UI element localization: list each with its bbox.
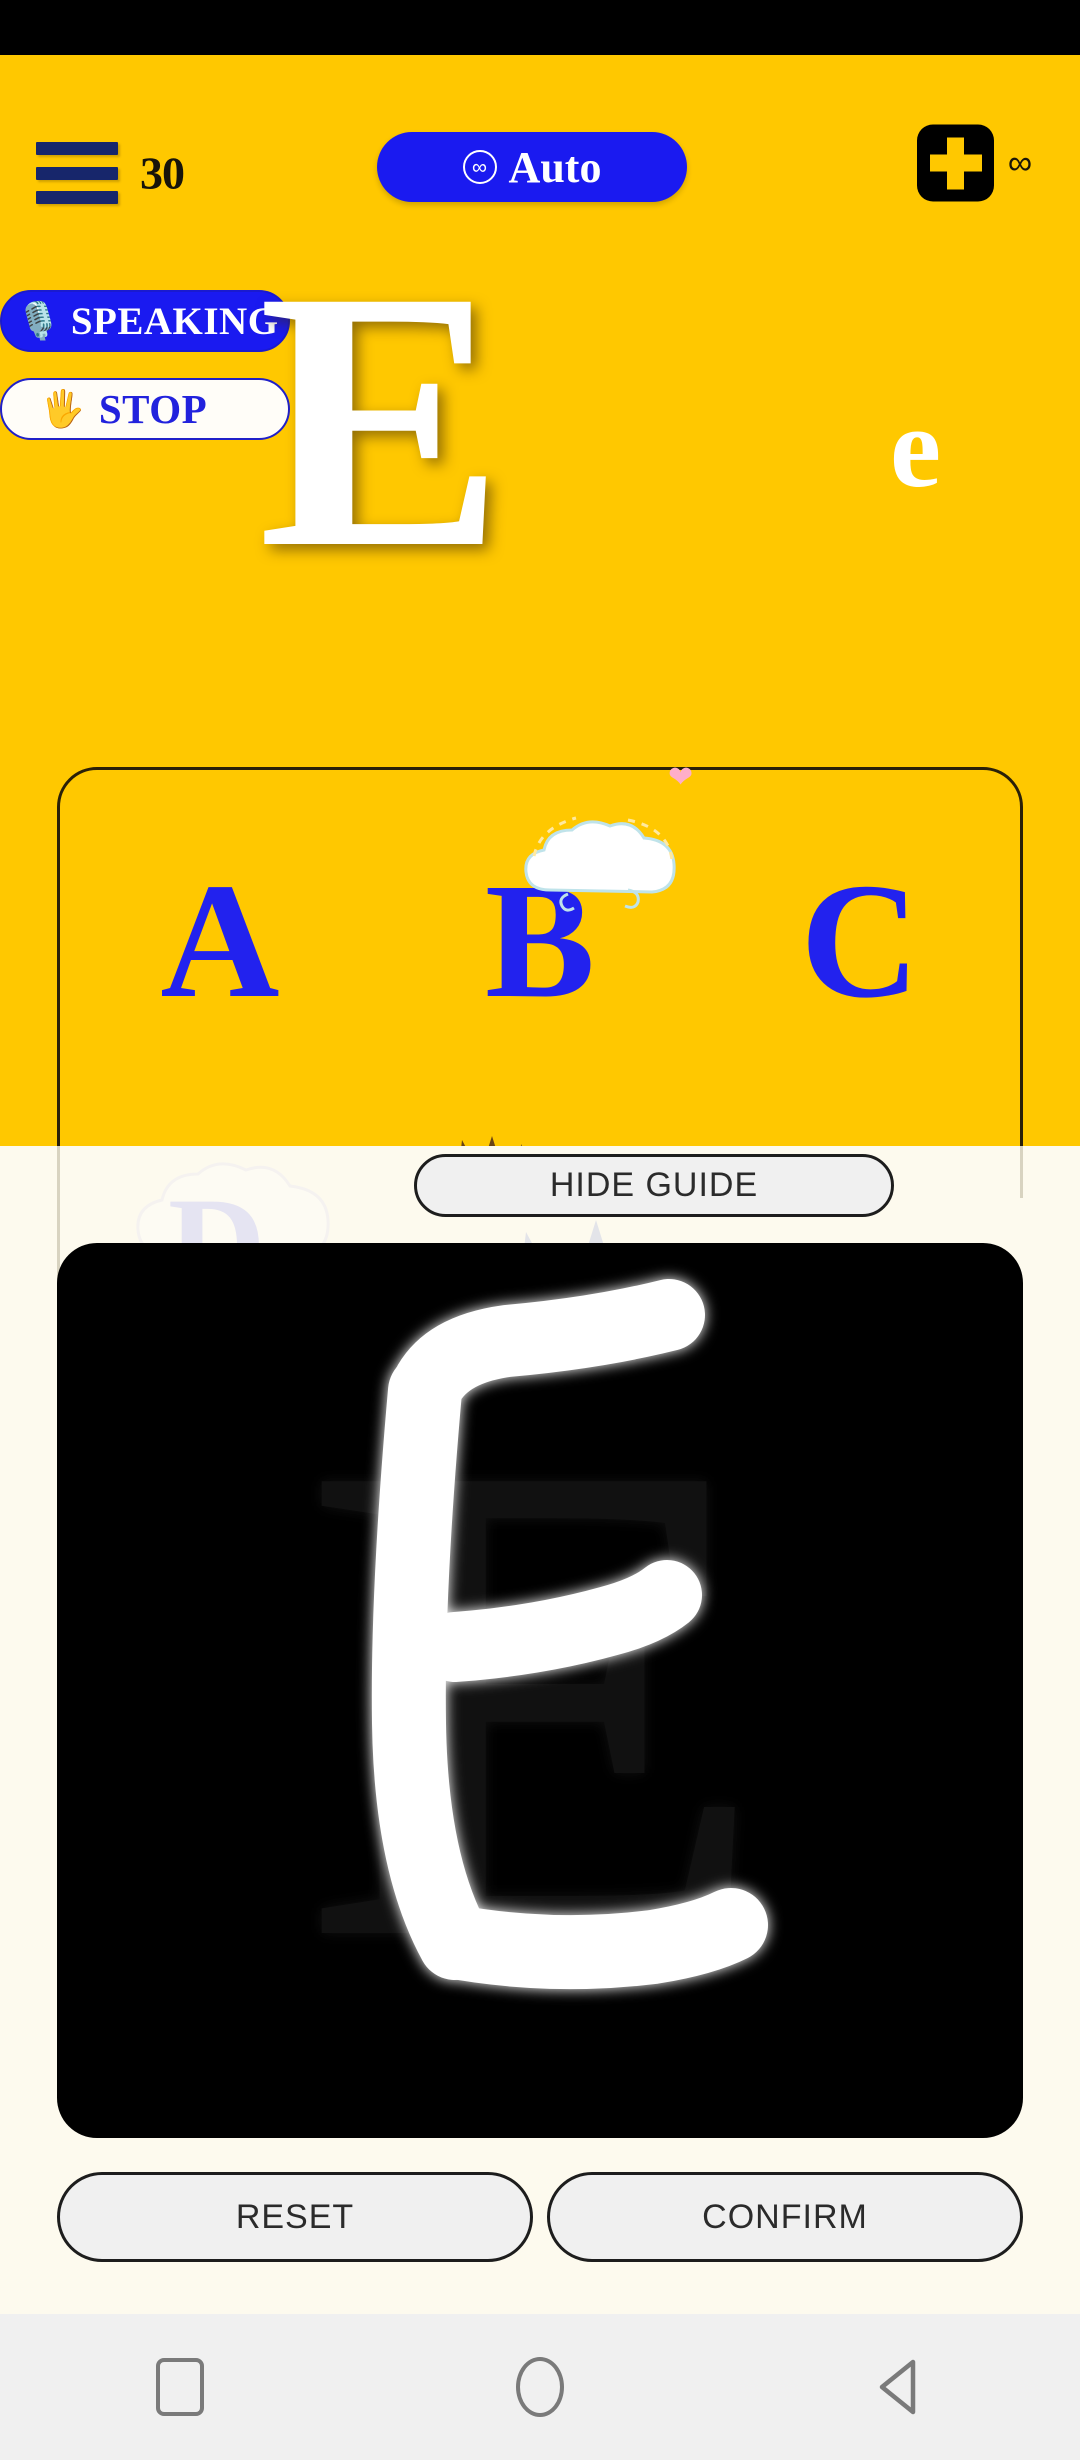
menu-count-label: 30: [140, 147, 185, 199]
lowercase-letter-display: e: [890, 384, 942, 511]
speaking-button-label: SPEAKING: [70, 299, 279, 343]
raised-hand-icon: 🖐️: [40, 388, 85, 429]
alphabet-letter-c[interactable]: C: [700, 858, 1020, 1023]
hamburger-bar: [36, 166, 118, 180]
infinity-circle-icon: ∞: [462, 150, 497, 184]
alphabet-letter-a[interactable]: A: [60, 858, 380, 1023]
back-triangle-icon: [879, 2359, 916, 2415]
hamburger-bar: [36, 142, 118, 155]
status-bar: [0, 0, 1080, 55]
alphabet-card: A B C: [57, 767, 1023, 1146]
canvas-strokes: E: [310, 1279, 770, 2083]
hamburger-icon[interactable]: [36, 142, 118, 204]
nav-recents-button[interactable]: [120, 2342, 240, 2432]
home-circle-icon: [516, 2357, 564, 2417]
auto-button-label: Auto: [508, 142, 602, 192]
alphabet-row: A B C: [60, 845, 1020, 1035]
speaking-button[interactable]: 🎙️ SPEAKING: [0, 290, 290, 352]
reset-button-label: RESET: [235, 2197, 355, 2236]
top-bar: 30 ∞ Auto ∞: [0, 55, 1080, 204]
hamburger-bar: [36, 191, 118, 204]
nav-back-button[interactable]: [840, 2342, 960, 2432]
uppercase-letter-display: E: [258, 215, 505, 625]
plus-vertical-bar: [947, 137, 964, 189]
infinity-badge: ∞: [1007, 144, 1033, 182]
nav-home-button[interactable]: [480, 2342, 600, 2432]
reset-button[interactable]: RESET: [57, 2172, 533, 2262]
microphone-icon: 🎙️: [16, 300, 61, 341]
hide-guide-label: HIDE GUIDE: [549, 1166, 759, 1204]
recents-square-icon: [156, 2358, 204, 2416]
stop-button-label: STOP: [98, 386, 208, 432]
drawing-canvas[interactable]: E: [57, 1243, 1023, 2138]
auto-button[interactable]: ∞ Auto: [377, 132, 687, 202]
heart-icon: ❤: [668, 761, 694, 794]
confirm-button-label: CONFIRM: [702, 2197, 868, 2236]
plus-icon[interactable]: [917, 124, 994, 202]
stop-button[interactable]: 🖐️ STOP: [0, 378, 290, 440]
action-buttons-row: RESET CONFIRM: [57, 2172, 1023, 2262]
confirm-button[interactable]: CONFIRM: [547, 2172, 1023, 2262]
alphabet-letter-b[interactable]: B: [380, 858, 700, 1023]
alphabet-card-right-edge: [1020, 1146, 1023, 1198]
yellow-content-panel: 30 ∞ Auto ∞ 🎙️ SPEAKING 🖐️ STOP E e A B …: [0, 55, 1080, 1146]
android-navigation-bar: [0, 2314, 1080, 2460]
hide-guide-button[interactable]: HIDE GUIDE: [414, 1154, 894, 1217]
